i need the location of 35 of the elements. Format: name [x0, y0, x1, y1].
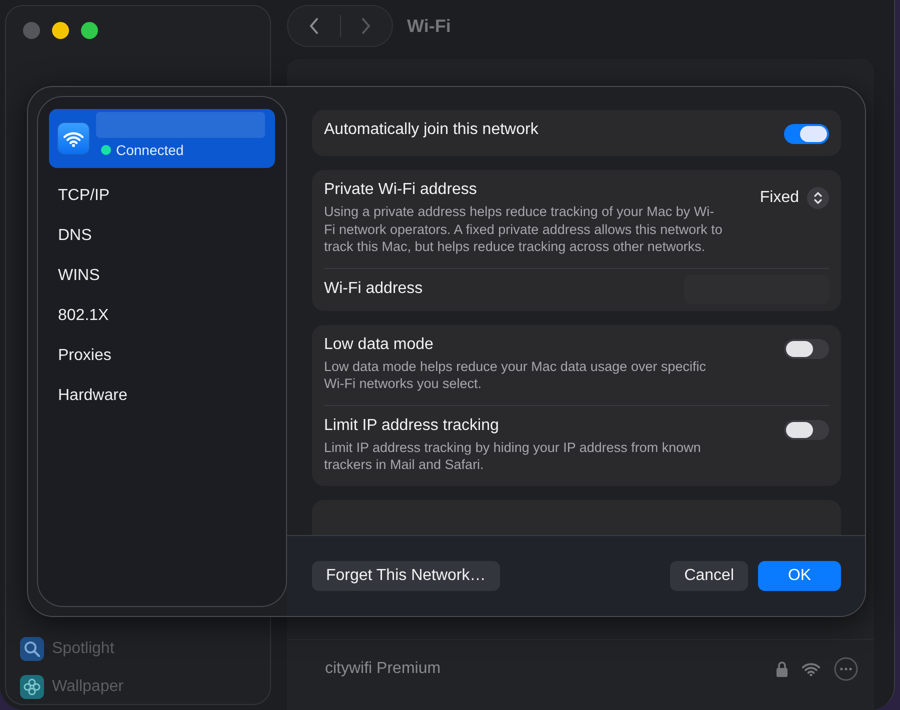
setting-label: Automatically join this network — [324, 121, 540, 139]
setting-label: Wi-Fi address — [324, 280, 424, 298]
sidebar-tab[interactable]: TCP/IP — [49, 176, 275, 216]
setting-description: Using a private address helps reduce tracking of your Mac by Wi-Fi network operators. A fixed private address allows this network to track this Mac, but helps reduce tracking across other networks. — [324, 203, 724, 256]
status-dot — [101, 144, 111, 154]
toggle-switch[interactable] — [784, 338, 829, 358]
footer-button[interactable]: Cancel — [670, 561, 748, 591]
minimize-button[interactable] — [52, 22, 69, 39]
sidebar-tab[interactable]: Proxies — [49, 336, 275, 376]
network-item[interactable]: Connected — [49, 109, 275, 168]
setting-label: Limit IP address tracking — [324, 416, 500, 434]
sidebar-tab[interactable]: DNS — [49, 216, 275, 256]
chevron-up-down-icon — [813, 191, 823, 205]
sidebar-tab[interactable]: Hardware — [49, 376, 275, 416]
magnifier-icon — [20, 637, 44, 661]
network-name: citywifi Premium — [325, 660, 442, 678]
toggle-switch[interactable] — [784, 124, 829, 144]
setting-description: Limit IP address tracking by hiding your IP address from known trackers in Mail and Safari. — [324, 438, 702, 474]
sidebar-tab[interactable]: WINS — [49, 256, 275, 296]
setting-description: Low data mode helps reduce your Mac data usage over specific Wi-Fi networks you select. — [324, 358, 707, 392]
wifi-icon — [57, 122, 90, 155]
ok-button[interactable]: OK — [758, 561, 841, 591]
wifi-icon — [802, 662, 820, 676]
zoom-button[interactable] — [81, 22, 98, 39]
setting-label: Low data mode — [324, 336, 434, 354]
flower-icon — [20, 675, 44, 699]
sidebar-tab[interactable]: 802.1X — [49, 296, 275, 336]
back-icon[interactable] — [308, 17, 319, 35]
footer-button[interactable]: Forget This Network… — [312, 561, 500, 591]
toggle-switch[interactable] — [784, 420, 829, 440]
connection-status: Connected — [116, 142, 184, 158]
popup-button[interactable]: Fixed — [760, 183, 829, 213]
window-title: Wi-Fi — [407, 16, 451, 36]
setting-label: Private Wi-Fi address — [324, 181, 478, 199]
more-icon[interactable] — [834, 657, 858, 681]
